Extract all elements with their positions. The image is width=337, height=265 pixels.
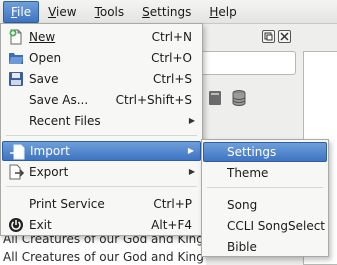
menu-item-exit[interactable]: Exit Alt+F4 [2,215,201,235]
close-panel-icon[interactable] [278,30,291,43]
menu-item-import[interactable]: Import ▶ [2,141,201,161]
menu-file[interactable]: File [3,0,40,23]
menu-item-open[interactable]: Open Ctrl+O [2,48,201,68]
submenu-arrow-icon: ▶ [187,146,194,155]
dock-controls [262,30,291,43]
open-folder-icon [8,50,24,66]
book-icon[interactable] [208,90,222,109]
menu-item-label: Open [29,51,62,65]
exit-icon [8,217,24,233]
menu-item-label: Export [29,165,69,179]
menu-help[interactable]: Help [200,0,245,24]
file-menu: New Ctrl+N Open Ctrl+O Save Ctrl+S Save … [0,23,203,236]
menu-item-label: Recent Files [29,114,101,128]
submenu-arrow-icon: ▶ [188,167,195,176]
search-input[interactable] [200,51,296,75]
menu-item-print-service[interactable]: Print Service Ctrl+P [2,194,201,214]
menu-item-label: Save As... [29,93,89,107]
shortcut-label: Ctrl+O [151,51,192,65]
import-icon [9,144,25,160]
shortcut-label: Alt+F4 [151,218,192,232]
menu-item-label: New [29,30,56,44]
shortcut-label: Ctrl+N [151,30,192,44]
menu-tools[interactable]: Tools [86,0,134,24]
menu-item-export[interactable]: Export ▶ [2,162,201,182]
menu-item-label: Print Service [29,197,105,211]
menu-item-label: Exit [29,218,52,232]
toolbar-icons [208,90,246,109]
menu-item-label: Import [30,144,70,158]
menu-item-new[interactable]: New Ctrl+N [2,27,201,47]
menu-bar: File View Tools Settings Help [0,0,337,24]
list-item[interactable]: All Creatures of our God and King (St. [0,248,206,265]
menu-separator [207,187,323,188]
menu-item-recent-files[interactable]: Recent Files ▶ [2,111,201,131]
database-icon[interactable] [232,90,246,109]
save-icon [8,71,24,87]
shortcut-label: Ctrl+S [152,72,192,86]
submenu-item-settings[interactable]: Settings [203,142,327,162]
menu-separator [6,135,197,136]
new-document-icon [8,29,24,45]
import-submenu: Settings Theme Song CCLI SongSelect Bibl… [201,139,329,257]
submenu-item-song[interactable]: Song [203,195,327,215]
float-panel-icon[interactable] [262,30,275,43]
menu-item-save[interactable]: Save Ctrl+S [2,69,201,89]
export-icon [8,164,25,180]
shortcut-label: Ctrl+Shift+S [115,93,192,107]
menu-item-save-as[interactable]: Save As... Ctrl+Shift+S [2,90,201,110]
submenu-item-ccli-songselect[interactable]: CCLI SongSelect [203,216,327,236]
menu-settings[interactable]: Settings [133,0,200,24]
shortcut-label: Ctrl+P [153,197,192,211]
submenu-arrow-icon: ▶ [188,116,195,125]
menu-separator [6,186,197,187]
submenu-item-theme[interactable]: Theme [203,163,327,183]
menu-view[interactable]: View [39,0,85,24]
menu-item-label: Save [29,72,59,86]
submenu-item-bible[interactable]: Bible [203,237,327,257]
